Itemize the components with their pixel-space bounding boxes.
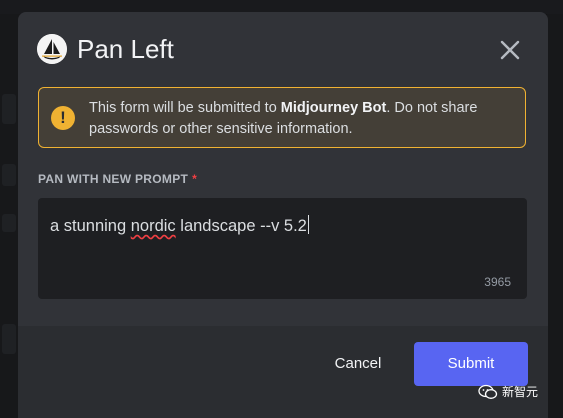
sailboat-avatar-icon	[37, 34, 67, 64]
warning-text-before: This form will be submitted to	[89, 100, 281, 116]
prompt-value-post: landscape --v 5.2	[175, 217, 307, 235]
text-caret	[307, 215, 309, 234]
warning-banner: ! This form will be submitted to Midjour…	[38, 87, 526, 148]
char-count: 3965	[484, 275, 511, 289]
field-label: PAN WITH NEW PROMPT *	[38, 172, 197, 186]
prompt-value-pre: a stunning	[50, 217, 131, 235]
dialog-header: Pan Left	[18, 12, 548, 84]
prompt-value: a stunning nordic landscape --v 5.2	[50, 215, 309, 236]
close-icon	[500, 40, 520, 60]
cancel-button[interactable]: Cancel	[318, 342, 398, 386]
watermark: 新智元	[478, 381, 538, 403]
dialog-title: Pan Left	[77, 34, 174, 64]
warning-text: This form will be submitted to Midjourne…	[89, 98, 509, 140]
prompt-value-misspelled: nordic	[130, 217, 176, 235]
prompt-textarea[interactable]: a stunning nordic landscape --v 5.2 3965	[38, 198, 527, 299]
field-label-text: PAN WITH NEW PROMPT	[38, 172, 189, 186]
watermark-text: 新智元	[502, 385, 539, 399]
dialog-footer: Cancel Submit	[18, 326, 548, 418]
close-button[interactable]	[496, 36, 524, 64]
required-mark: *	[192, 172, 198, 186]
exclamation-icon: !	[51, 106, 75, 130]
warning-bot-name: Midjourney Bot	[280, 100, 387, 116]
wechat-icon	[478, 384, 498, 399]
pan-left-dialog: Pan Left ! This form will be submitted t…	[18, 12, 548, 418]
submit-button[interactable]: Submit	[414, 342, 528, 386]
